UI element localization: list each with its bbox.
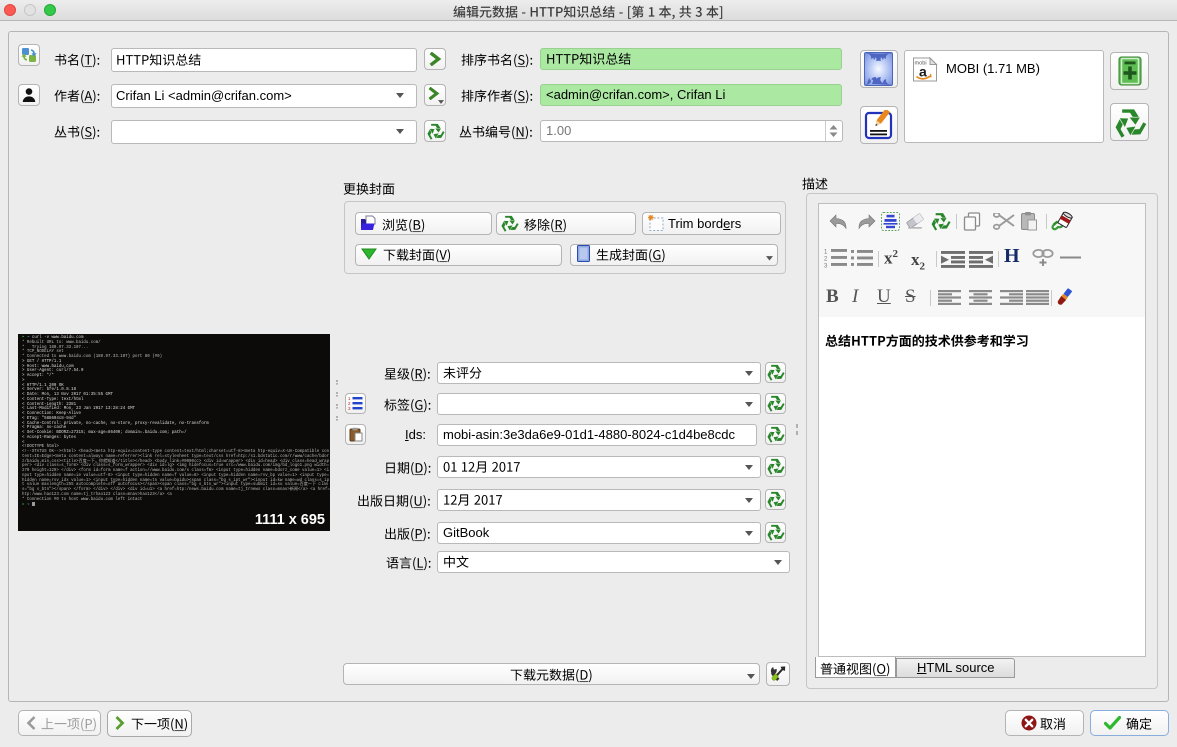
svg-text:3: 3 bbox=[348, 406, 351, 411]
svg-text:a: a bbox=[919, 64, 927, 80]
svg-text:1: 1 bbox=[824, 250, 828, 256]
svg-text:2: 2 bbox=[824, 257, 828, 263]
svg-text:3: 3 bbox=[824, 264, 828, 270]
